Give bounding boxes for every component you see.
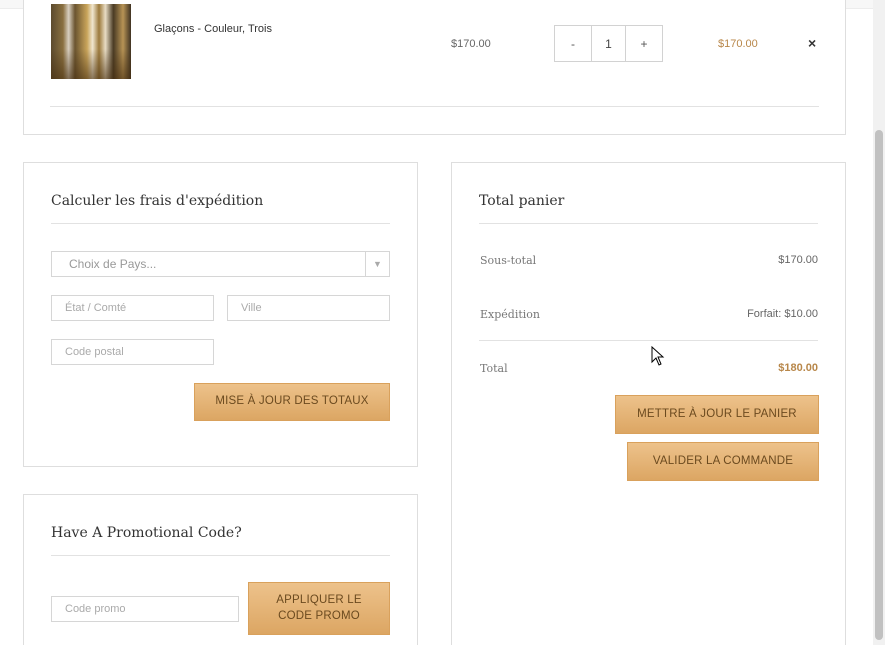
country-select[interactable]: Choix de Pays... ▼ — [51, 251, 390, 277]
subtotal-label: Sous-total — [480, 254, 537, 267]
product-name[interactable]: Glaçons - Couleur, Trois — [154, 23, 272, 35]
shipping-label: Expédition — [480, 308, 540, 321]
scrollbar-thumb[interactable] — [875, 130, 883, 640]
quantity-stepper: - 1 + — [554, 25, 663, 62]
divider — [50, 106, 819, 107]
subtotal-value: $170.00 — [778, 254, 818, 266]
cart-totals-panel: Total panier Sous-total $170.00 Expéditi… — [451, 162, 846, 645]
apply-promo-label-line2: CODE PROMO — [278, 609, 360, 622]
promo-title: Have A Promotional Code? — [51, 525, 242, 541]
totals-title: Total panier — [479, 193, 565, 209]
total-label: Total — [480, 362, 508, 375]
shipping-title: Calculer les frais d'expédition — [51, 193, 264, 209]
postcode-field[interactable]: Code postal — [51, 339, 214, 365]
divider — [51, 223, 390, 224]
checkout-button[interactable]: VALIDER LA COMMANDE — [627, 442, 819, 481]
shipping-calculator-panel: Calculer les frais d'expédition Choix de… — [23, 162, 418, 467]
quantity-decrease-button[interactable]: - — [555, 26, 591, 61]
divider — [479, 340, 818, 341]
promo-code-input[interactable]: Code promo — [51, 596, 239, 622]
product-price: $170.00 — [451, 38, 491, 50]
state-field[interactable]: État / Comté — [51, 295, 214, 321]
apply-promo-label-line1: APPLIQUER LE — [276, 593, 362, 606]
product-thumbnail[interactable] — [51, 4, 131, 79]
product-subtotal: $170.00 — [718, 38, 758, 50]
mouse-cursor-icon — [651, 346, 665, 366]
update-cart-button[interactable]: METTRE À JOUR LE PANIER — [615, 395, 819, 434]
city-field[interactable]: Ville — [227, 295, 390, 321]
remove-item-icon[interactable]: × — [808, 35, 816, 51]
divider — [479, 223, 818, 224]
chevron-down-icon[interactable]: ▼ — [365, 252, 389, 276]
total-value: $180.00 — [778, 362, 818, 374]
cart-item-panel: Glaçons - Couleur, Trois $170.00 - 1 + $… — [23, 0, 846, 135]
shipping-value: Forfait: $10.00 — [747, 308, 818, 320]
quantity-input[interactable]: 1 — [591, 26, 626, 61]
page-scrollbar[interactable] — [873, 0, 885, 645]
country-select-value: Choix de Pays... — [69, 257, 157, 271]
update-totals-button[interactable]: MISE À JOUR DES TOTAUX — [194, 383, 390, 421]
promo-code-panel: Have A Promotional Code? Code promo APPL… — [23, 494, 418, 645]
divider — [51, 555, 390, 556]
apply-promo-button[interactable]: APPLIQUER LE CODE PROMO — [248, 582, 390, 635]
quantity-increase-button[interactable]: + — [626, 26, 662, 61]
